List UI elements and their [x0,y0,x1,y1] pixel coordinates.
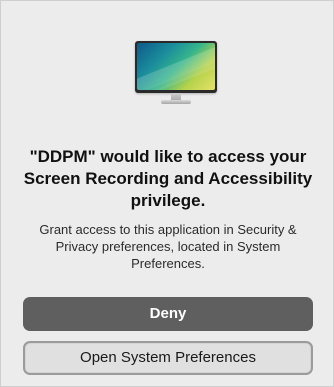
dialog-title: "DDPM" would like to access your Screen … [23,147,313,210]
open-system-preferences-button[interactable]: Open System Preferences [23,341,313,375]
monitor-screen [137,43,215,90]
monitor-icon [135,41,217,107]
monitor-bezel [135,41,217,93]
deny-button[interactable]: Deny [23,297,313,331]
monitor-stand-base [161,100,191,104]
dialog-message: Grant access to this application in Secu… [39,222,297,271]
permission-dialog: "DDPM" would like to access your Screen … [0,0,334,387]
